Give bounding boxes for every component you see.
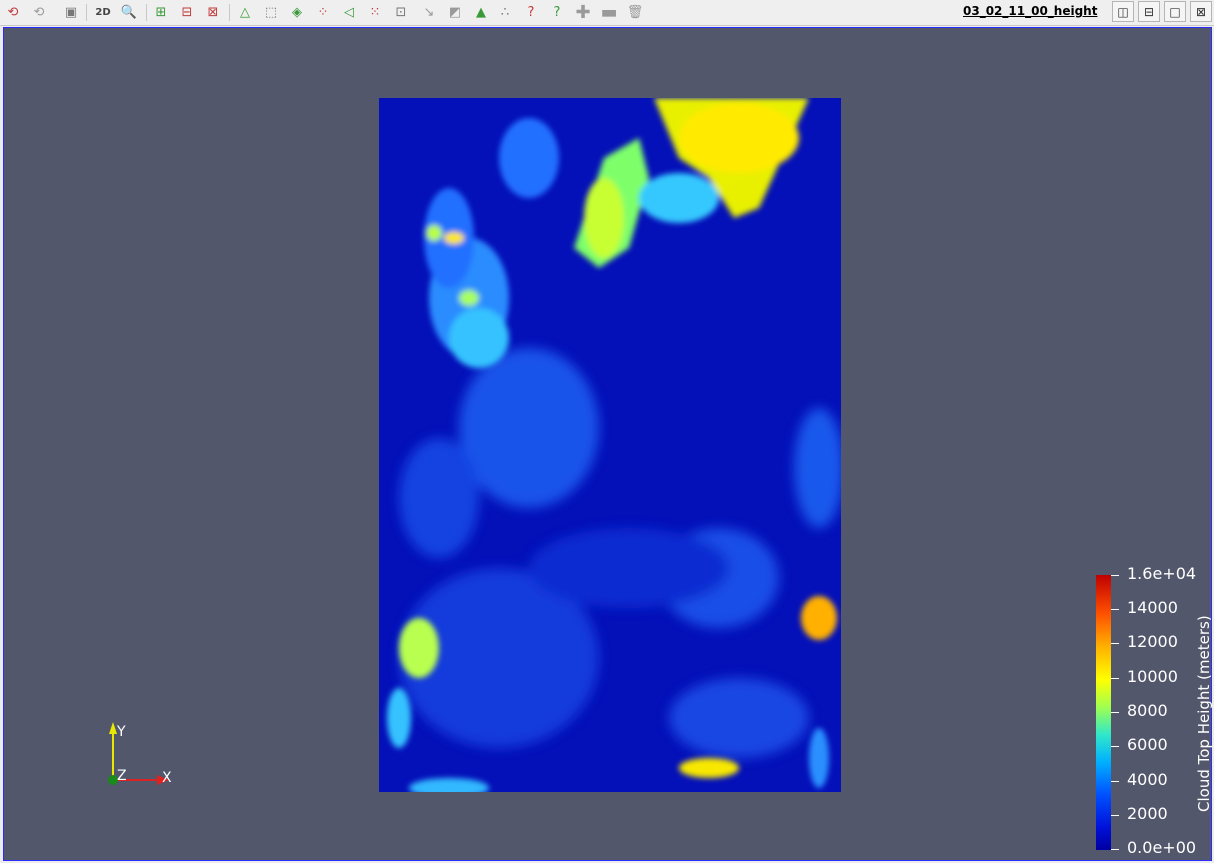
select-points-on-icon[interactable]: ⊟ <box>176 2 198 22</box>
select-points-frustum-icon[interactable]: △ <box>234 2 256 22</box>
grow-selection-icon[interactable]: ↘ <box>418 2 440 22</box>
minus-icon[interactable]: ▬ <box>598 2 620 23</box>
colorbar-label-min: 0.0e+00 <box>1127 838 1197 857</box>
axis-x-label: X <box>162 770 172 786</box>
plus-icon[interactable]: ✚ <box>572 2 594 23</box>
select-cells-on-icon[interactable]: ⊞ <box>150 2 172 22</box>
colorbar-tick <box>1111 575 1119 576</box>
colorbar-label: 2000 <box>1127 804 1168 823</box>
clear-selection-icon[interactable]: 🗑 <box>624 2 646 22</box>
colorbar-label: 8000 <box>1127 701 1168 720</box>
toggle-2d-3d-icon[interactable]: 2D <box>92 2 114 22</box>
axis-y-label: Y <box>117 724 126 740</box>
colorbar-tick <box>1111 678 1119 679</box>
colorbar-tick <box>1111 609 1119 610</box>
zoom-to-box-icon[interactable]: 🔍 <box>118 2 140 22</box>
colorbar-label: 12000 <box>1127 632 1178 651</box>
select-block-icon[interactable]: ⬚ <box>260 2 282 22</box>
colorbar-label: 10000 <box>1127 667 1178 686</box>
select-cells-frustum-icon[interactable]: ⊠ <box>202 2 224 22</box>
colorbar-tick <box>1111 712 1119 713</box>
select-triangle-icon[interactable]: ▲ <box>470 2 492 22</box>
split-vertical-icon[interactable]: ⊟ <box>1138 1 1160 22</box>
cloud-top-height-map <box>379 98 841 792</box>
view-toolbar: ⟲ ⟲ ▣ 2D 🔍 ⊞ ⊟ ⊠ △ ⬚ ◈ ⁘ ◁ ⁙ ⊡ ↘ ◩ ▲ ∴ ?… <box>0 0 1214 26</box>
colorbar-tick <box>1111 781 1119 782</box>
colorbar-label-max: 1.6e+04 <box>1127 564 1197 583</box>
reset-camera-icon[interactable]: ⟲ <box>2 2 24 22</box>
split-horizontal-icon[interactable]: ◫ <box>1112 1 1134 22</box>
capture-screenshot-icon[interactable]: ▣ <box>60 2 82 22</box>
colorbar-label: 4000 <box>1127 770 1168 789</box>
select-vertices-icon[interactable]: ∴ <box>494 2 516 22</box>
colorbar-tick <box>1111 849 1119 850</box>
colorbar-title: Cloud Top Height (meters) <box>1195 615 1213 812</box>
colorbar-tick <box>1111 643 1119 644</box>
close-icon[interactable]: ⊠ <box>1190 1 1212 22</box>
view-title[interactable]: 03_02_11_00_height <box>963 4 1097 18</box>
maximize-icon[interactable]: □ <box>1164 1 1186 22</box>
axis-z-label: Z <box>117 768 127 784</box>
colorbar[interactable] <box>1096 575 1111 850</box>
colorbar-label: 6000 <box>1127 735 1168 754</box>
render-view[interactable]: Y Z X <box>3 27 1212 861</box>
colorbar-label: 14000 <box>1127 598 1178 617</box>
orientation-axes: Y Z X <box>99 718 189 798</box>
interactive-select-cells-icon[interactable]: ◈ <box>286 2 308 22</box>
colorbar-tick <box>1111 746 1119 747</box>
reset-camera-closest-icon[interactable]: ⟲ <box>28 2 50 22</box>
interactive-select-points-icon[interactable]: ⁘ <box>312 2 334 22</box>
hover-points-icon[interactable]: ⊡ <box>390 2 412 22</box>
colorbar-tick <box>1111 815 1119 816</box>
hover-query-icon[interactable]: ? <box>520 2 542 22</box>
select-cells-polygon-icon[interactable]: ◁ <box>338 2 360 22</box>
select-points-polygon-icon[interactable]: ⁙ <box>364 2 386 22</box>
hover-cell-query-icon[interactable]: ? <box>546 2 568 22</box>
shrink-selection-icon[interactable]: ◩ <box>444 2 466 22</box>
